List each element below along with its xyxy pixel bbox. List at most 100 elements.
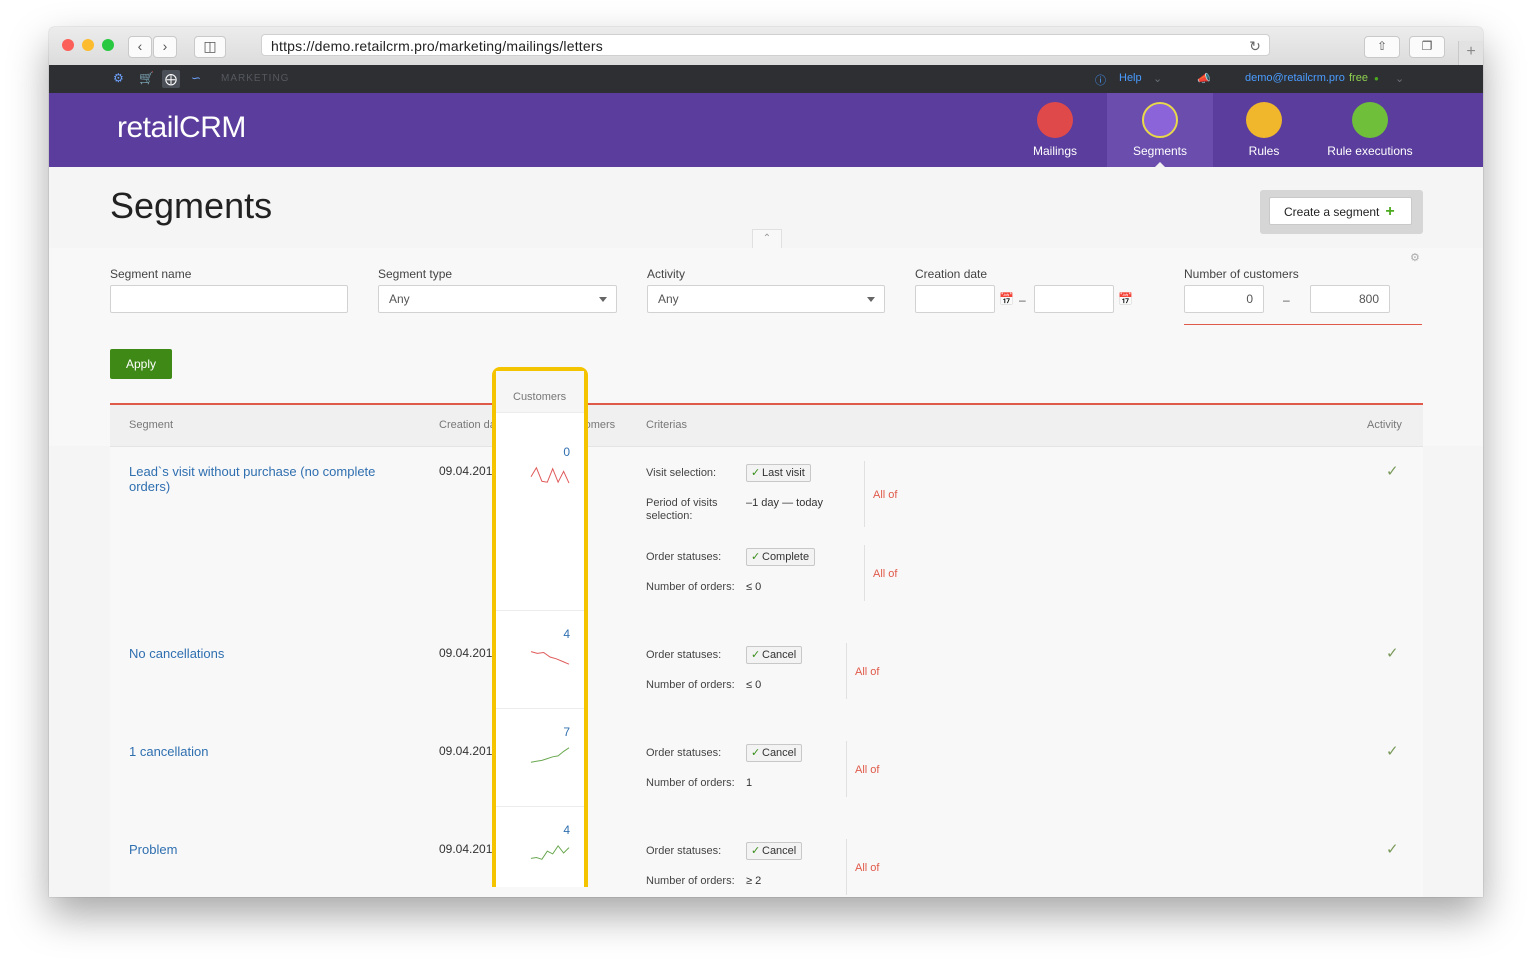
customers-range-dash: – xyxy=(1283,293,1290,307)
sparkline-path xyxy=(530,844,570,860)
active-check-icon: ✓ xyxy=(1386,743,1399,760)
caret-down-icon xyxy=(867,297,875,302)
customers-cell: 4 xyxy=(496,610,584,709)
help-icon[interactable]: ⓘ xyxy=(1095,72,1106,88)
nav-mailings[interactable]: Mailings xyxy=(1018,93,1092,167)
customers-from-input[interactable]: 0 xyxy=(1184,285,1264,313)
nav-rules[interactable]: Rules xyxy=(1229,93,1299,167)
criteria-divider xyxy=(846,839,847,895)
customers-cell: 7 xyxy=(496,708,584,807)
activity-select[interactable]: Any xyxy=(647,285,885,313)
criteria-badge: ✓ Cancel xyxy=(746,646,803,664)
calendar-icon[interactable]: 📅 xyxy=(999,292,1014,306)
collapse-filters-button[interactable]: ⌃ xyxy=(752,229,782,248)
col-activity[interactable]: Activity xyxy=(1367,419,1402,431)
user-email[interactable]: demo@retailcrm.pro xyxy=(1245,72,1345,84)
activity-label: Activity xyxy=(647,267,686,281)
browser-window: ‹ › ◫ https://demo.retailcrm.pro/marketi… xyxy=(49,27,1483,897)
customers-cell: 4 xyxy=(496,806,584,904)
number-of-orders-value: 1 xyxy=(746,777,753,789)
zoom-window-button[interactable] xyxy=(102,39,114,51)
close-window-button[interactable] xyxy=(62,39,74,51)
address-bar[interactable]: https://demo.retailcrm.pro/marketing/mai… xyxy=(261,34,1270,56)
nav-segments[interactable]: Segments xyxy=(1107,93,1213,167)
sidebar-icon: ◫ xyxy=(203,38,217,54)
chevron-left-icon: ‹ xyxy=(137,38,143,54)
activity-value: Any xyxy=(658,292,679,306)
all-of-label: All of xyxy=(855,764,880,776)
creation-date-to-input[interactable] xyxy=(1034,285,1114,313)
col-segment[interactable]: Segment xyxy=(129,419,173,431)
create-segment-wrapper: Create a segment + xyxy=(1260,190,1423,234)
creation-date-from-input[interactable] xyxy=(915,285,995,313)
period-label: Period of visits selection: xyxy=(646,497,718,522)
nav-mailings-label: Mailings xyxy=(1032,144,1077,158)
segment-type-select[interactable]: Any xyxy=(378,285,617,313)
segment-link[interactable]: Problem xyxy=(129,842,399,857)
retailcrm-logo[interactable]: retailCRM xyxy=(117,111,246,145)
new-tab-button[interactable]: + xyxy=(1458,41,1483,65)
check-icon: ✓ xyxy=(751,747,761,759)
create-segment-button[interactable]: Create a segment + xyxy=(1269,197,1412,225)
analytics-icon[interactable]: ∽ xyxy=(191,71,201,85)
sidebar-toggle-button[interactable]: ◫ xyxy=(194,36,226,58)
back-button[interactable]: ‹ xyxy=(128,36,152,58)
tabs-overview-button[interactable]: ❐ xyxy=(1409,36,1445,58)
table-row[interactable]: No cancellations 09.04.2019 17:11 Order … xyxy=(110,629,1423,728)
segment-link[interactable]: No cancellations xyxy=(129,646,399,661)
create-segment-label: Create a segment xyxy=(1284,205,1380,219)
number-of-orders-value: ≤ 0 xyxy=(746,581,762,593)
reload-icon[interactable]: ↻ xyxy=(1249,35,1261,57)
segment-name-input[interactable] xyxy=(110,285,348,313)
rules-icon xyxy=(1246,102,1282,138)
filter-settings-gear-icon[interactable]: ⚙ xyxy=(1410,251,1420,264)
customers-to-input[interactable]: 800 xyxy=(1310,285,1390,313)
share-button[interactable]: ⇧ xyxy=(1364,36,1400,58)
customers-sparkline xyxy=(530,747,570,763)
nav-segments-label: Segments xyxy=(1132,144,1188,158)
minimize-window-button[interactable] xyxy=(82,39,94,51)
customer-count[interactable]: 4 xyxy=(496,823,570,837)
tabs-icon: ❐ xyxy=(1421,39,1433,53)
nav-rule-executions-label: Rule executions xyxy=(1327,144,1413,158)
customer-count[interactable]: 4 xyxy=(496,627,570,641)
settings-icon[interactable]: ⚙ xyxy=(113,71,124,85)
caret-down-icon xyxy=(599,297,607,302)
number-of-orders-value: ≤ 0 xyxy=(746,679,762,691)
segment-link[interactable]: 1 cancellation xyxy=(129,744,399,759)
table-row[interactable]: 1 cancellation 09.04.2019 17:11 Order st… xyxy=(110,727,1423,826)
plus-icon: + xyxy=(1385,203,1395,220)
cart-icon[interactable]: 🛒 xyxy=(139,71,154,85)
all-of-label: All of xyxy=(855,862,880,874)
order-statuses-label: Order statuses: xyxy=(646,747,722,759)
badge-text: Last visit xyxy=(762,467,805,479)
criteria-divider xyxy=(864,461,865,527)
megaphone-icon[interactable]: 📣 xyxy=(1197,72,1211,85)
calendar-icon[interactable]: 📅 xyxy=(1118,292,1133,306)
table-row[interactable]: Problem 09.04.2019 17:11 Order statuses:… xyxy=(110,825,1423,897)
segment-name-label: Segment name xyxy=(110,267,192,281)
user-menu-chevron-icon[interactable]: ⌄ xyxy=(1395,72,1404,85)
customer-count[interactable]: 0 xyxy=(496,445,570,459)
customers-header-label[interactable]: Customers xyxy=(513,391,566,403)
online-status-icon: ● xyxy=(1374,74,1379,83)
forward-button[interactable]: › xyxy=(153,36,177,58)
nav-rule-executions[interactable]: Rule executions xyxy=(1319,93,1421,167)
badge-text: Cancel xyxy=(762,649,797,661)
chevron-down-icon[interactable]: ⌄ xyxy=(1153,72,1162,85)
customers-cell: 0 xyxy=(496,428,584,611)
segment-link[interactable]: Lead`s visit without purchase (no comple… xyxy=(129,464,399,494)
customer-count[interactable]: 7 xyxy=(496,725,570,739)
table-row[interactable]: Lead`s visit without purchase (no comple… xyxy=(110,447,1423,630)
customers-sparkline xyxy=(530,844,570,860)
active-check-icon: ✓ xyxy=(1386,841,1399,858)
badge-text: Cancel xyxy=(762,845,797,857)
all-of-label: All of xyxy=(873,489,898,501)
help-link[interactable]: Help xyxy=(1119,72,1142,84)
apply-button[interactable]: Apply xyxy=(110,349,172,379)
order-statuses-label: Order statuses: xyxy=(646,649,722,661)
customers-range-underline xyxy=(1184,324,1422,325)
nav-rules-label: Rules xyxy=(1248,144,1280,158)
target-icon[interactable]: ⨁ xyxy=(162,70,180,88)
customers-column-highlight: Customers 0 4 7 4 xyxy=(492,367,588,887)
